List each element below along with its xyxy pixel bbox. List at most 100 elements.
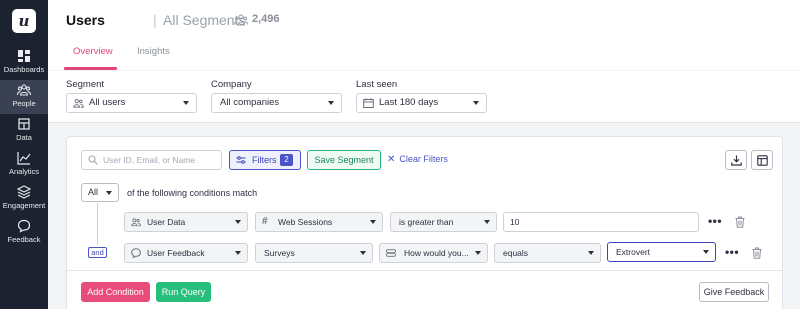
data-icon <box>18 118 30 130</box>
people-icon <box>73 99 84 108</box>
condition-field-select[interactable]: # Web Sessions <box>255 212 383 232</box>
condition-value-input[interactable]: 10 <box>503 212 699 232</box>
sidebar-item-label: Data <box>16 133 32 142</box>
sidebar-item-analytics[interactable]: Analytics <box>0 148 48 182</box>
sidebar-item-people[interactable]: People <box>0 80 48 114</box>
chevron-down-icon <box>106 191 112 195</box>
condition-question-select[interactable]: How would you... <box>379 243 488 263</box>
run-query-button[interactable]: Run Query <box>156 282 211 302</box>
user-count: 2,496 <box>252 13 280 25</box>
download-button[interactable] <box>725 150 747 170</box>
filters-button[interactable]: Filters 2 <box>229 150 301 170</box>
chevron-down-icon <box>183 101 189 105</box>
sidebar-item-data[interactable]: Data <box>0 114 48 148</box>
chevron-down-icon <box>475 251 481 255</box>
and-operator-badge[interactable]: and <box>88 247 107 258</box>
condition-operator-select[interactable]: is greater than <box>390 212 497 232</box>
condition-value-select[interactable]: Extrovert <box>607 242 716 262</box>
chevron-down-icon <box>484 220 490 224</box>
page-header: Users | All Segments 2,496 Overview Insi… <box>48 0 800 70</box>
match-mode-value: All <box>88 187 99 197</box>
sidebar-item-label: Analytics <box>8 167 39 176</box>
clear-filters-label: Clear Filters <box>399 154 448 164</box>
condition-operator-value: equals <box>503 248 529 258</box>
tab-overview[interactable]: Overview <box>73 46 113 69</box>
chevron-down-icon <box>703 250 709 254</box>
close-icon: ✕ <box>387 154 396 165</box>
analytics-icon <box>17 152 31 165</box>
segment-label: Segment <box>66 79 105 90</box>
people-icon <box>17 84 31 96</box>
chevron-down-icon <box>588 251 594 255</box>
app-logo[interactable]: u <box>12 9 36 33</box>
filters-count-badge: 2 <box>280 154 293 166</box>
segment-select[interactable]: All users <box>66 93 197 113</box>
user-search-input[interactable]: User ID, Email, or Name <box>81 150 222 170</box>
last-seen-select-value: Last 180 days <box>379 97 439 108</box>
people-icon <box>131 218 141 227</box>
panel-divider <box>67 270 782 271</box>
chevron-down-icon <box>360 251 366 255</box>
clear-filters-button[interactable]: ✕ Clear Filters <box>387 154 448 165</box>
match-description: of the following conditions match <box>127 188 258 198</box>
condition-operator-select[interactable]: equals <box>494 243 601 263</box>
calendar-icon <box>363 98 374 108</box>
condition-source-value: User Data <box>147 217 186 227</box>
give-feedback-button[interactable]: Give Feedback <box>699 282 769 302</box>
sidebar-item-label: Dashboards <box>3 65 45 74</box>
more-options-icon[interactable]: ••• <box>724 246 740 262</box>
more-options-icon[interactable]: ••• <box>707 215 723 231</box>
chevron-down-icon <box>473 101 479 105</box>
condition-source-value: User Feedback <box>147 248 205 258</box>
query-panel: User ID, Email, or Name Filters 2 Save S… <box>66 136 783 309</box>
users-count-icon <box>234 14 248 26</box>
feedback-icon <box>17 219 31 233</box>
last-seen-select[interactable]: Last 180 days <box>356 93 487 113</box>
condition-field-select[interactable]: Surveys <box>255 243 373 263</box>
sliders-icon <box>236 156 246 164</box>
chevron-down-icon <box>370 220 376 224</box>
condition-connector-line <box>97 203 98 245</box>
trash-icon[interactable] <box>752 247 762 259</box>
engagement-icon <box>17 185 31 199</box>
sidebar-item-label: People <box>12 99 36 108</box>
condition-operator-value: is greater than <box>399 217 454 227</box>
active-tab-indicator <box>64 67 117 70</box>
last-seen-label: Last seen <box>356 79 398 90</box>
search-placeholder: User ID, Email, or Name <box>103 155 196 165</box>
filter-bar: Segment All users Company All companies … <box>48 71 800 123</box>
condition-field-value: Web Sessions <box>278 217 333 227</box>
filters-button-label: Filters <box>252 155 277 165</box>
condition-source-select[interactable]: User Data <box>124 212 248 232</box>
sidebar-item-label: Engagement <box>2 201 46 210</box>
trash-icon[interactable] <box>735 216 745 228</box>
add-condition-button[interactable]: Add Condition <box>81 282 150 302</box>
condition-question-value: How would you... <box>404 248 469 258</box>
segment-select-value: All users <box>89 97 126 108</box>
chevron-down-icon <box>235 220 241 224</box>
search-icon <box>88 155 98 165</box>
chevron-down-icon <box>328 101 334 105</box>
condition-value-select-value: Extrovert <box>616 247 651 257</box>
sidebar: u Dashboards People Data Analytics Engag… <box>0 0 48 309</box>
sidebar-item-dashboards[interactable]: Dashboards <box>0 46 48 80</box>
sidebar-item-label: Feedback <box>7 235 41 244</box>
tab-insights[interactable]: Insights <box>137 46 170 69</box>
sidebar-item-engagement[interactable]: Engagement <box>0 182 48 216</box>
table-columns-icon <box>757 155 768 166</box>
title-separator: | <box>153 12 157 28</box>
chevron-down-icon <box>235 251 241 255</box>
toggle-icon <box>386 249 396 257</box>
condition-source-select[interactable]: User Feedback <box>124 243 248 263</box>
save-segment-button[interactable]: Save Segment <box>307 150 381 170</box>
condition-field-value: Surveys <box>264 248 295 258</box>
company-select[interactable]: All companies <box>211 93 342 113</box>
company-label: Company <box>211 79 252 90</box>
page-title: Users <box>66 12 105 28</box>
number-hash-icon: # <box>262 216 268 227</box>
speech-bubble-icon <box>131 248 141 258</box>
download-icon <box>731 155 742 166</box>
sidebar-item-feedback[interactable]: Feedback <box>0 216 48 250</box>
match-mode-select[interactable]: All <box>81 183 119 202</box>
columns-button[interactable] <box>751 150 773 170</box>
